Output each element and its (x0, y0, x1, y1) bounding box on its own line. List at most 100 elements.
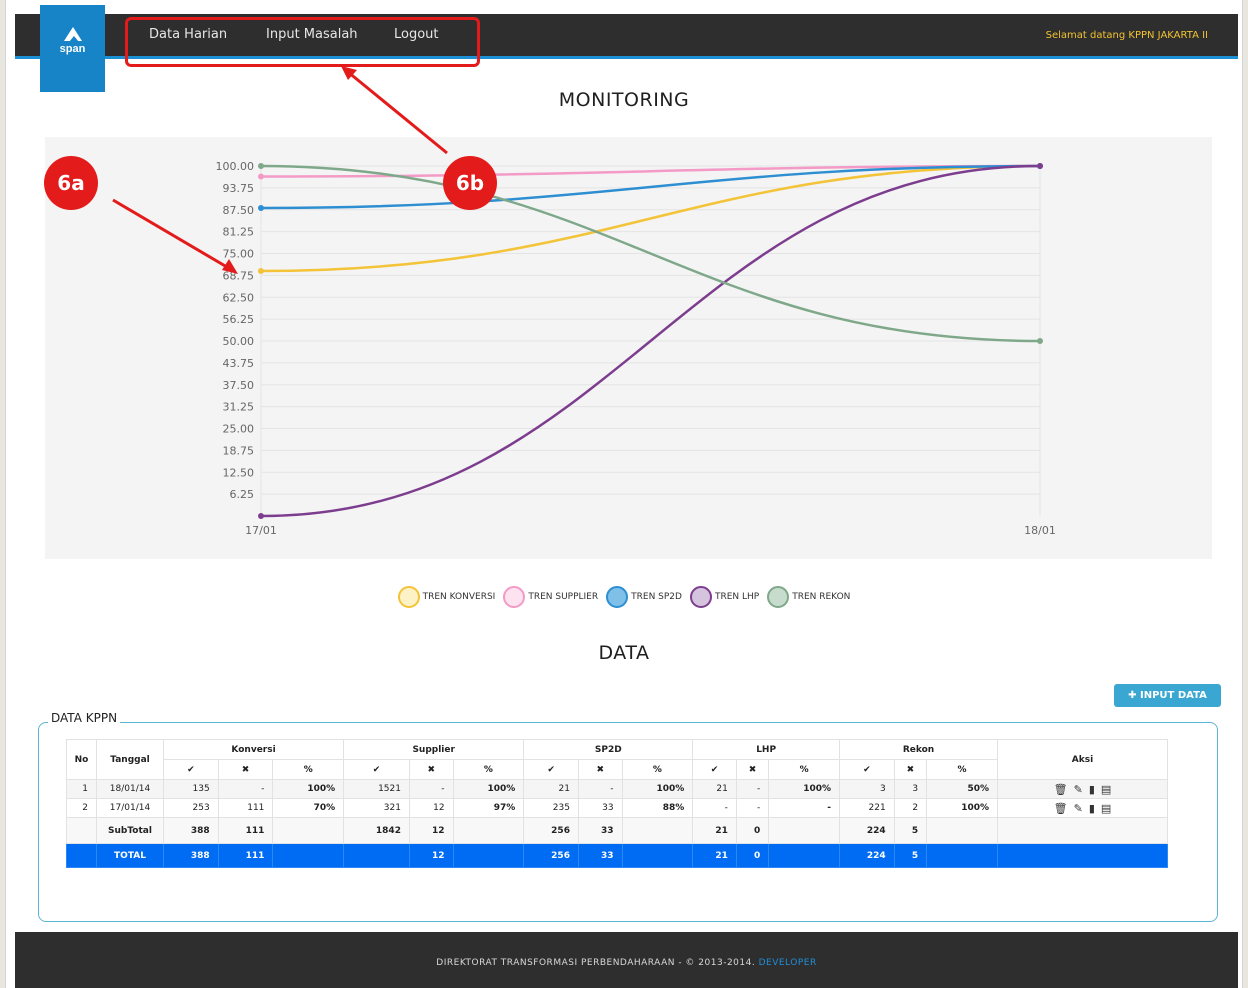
table-cell: 100% (926, 798, 998, 818)
table-cell (272, 817, 345, 844)
logo-text: span (59, 43, 86, 55)
table-cell: 21 (523, 779, 579, 799)
document-icon[interactable]: ▮ (1089, 783, 1095, 796)
col-lhp: LHP (692, 739, 840, 760)
table-cell: - (577, 779, 623, 799)
input-data-label: INPUT DATA (1139, 690, 1207, 701)
table-cell (452, 843, 525, 868)
footer: DIREKTORAT TRANSFORMASI PERBENDAHARAAN -… (15, 932, 1238, 988)
table-cell: 97% (452, 798, 525, 818)
table-cell (926, 843, 998, 868)
monitoring-title: MONITORING (558, 89, 690, 111)
chart-legend: TREN KONVERSI TREN SUPPLIER TREN SP2D TREN … (0, 586, 1248, 608)
table-cell: 224 (839, 817, 895, 844)
table-cell (768, 817, 840, 844)
cell-no (66, 817, 97, 844)
subtotal-label: SubTotal (96, 817, 164, 844)
table-cell: 12 (408, 843, 454, 868)
table-cell: - (768, 798, 840, 818)
table-cell: 388 (163, 817, 219, 844)
table-cell: 2 (893, 798, 928, 818)
col-sub-ok: ✔ (692, 759, 737, 780)
cell-no: 2 (66, 798, 97, 818)
col-sub-fail: ✖ (408, 759, 454, 780)
col-sub-fail: ✖ (893, 759, 928, 780)
cell-tanggal: 17/01/14 (96, 798, 164, 818)
legend-label: TREN SUPPLIER (528, 592, 599, 602)
table-cell: 256 (523, 843, 579, 868)
table-cell: 5 (893, 817, 928, 844)
table-row: 1 18/01/14 135-100% 1521-100% 21-100% 21-100%… (66, 779, 1168, 799)
table-cell: 253 (163, 798, 219, 818)
table-cell: 321 (343, 798, 410, 818)
cell-tanggal: 18/01/14 (96, 779, 164, 799)
edit-icon[interactable]: ✎ (1074, 802, 1083, 815)
legend-item: TREN SUPPLIER (503, 586, 598, 608)
table-cell: 100% (452, 779, 525, 799)
table-cell: 12 (408, 817, 454, 844)
trash-icon[interactable]: 🗑 (1054, 802, 1068, 815)
developer-link[interactable]: DEVELOPER (759, 958, 817, 968)
cell-aksi: 🗑 ✎ ▮ ▤ (997, 798, 1168, 818)
total-label: TOTAL (96, 843, 164, 868)
col-sub-pct: % (926, 759, 998, 780)
table-icon[interactable]: ▤ (1101, 802, 1111, 815)
col-sub-ok: ✔ (839, 759, 895, 780)
span-logo[interactable]: span (40, 5, 105, 92)
table-cell (343, 843, 410, 868)
table-cell: - (408, 779, 454, 799)
document-icon[interactable]: ▮ (1089, 802, 1095, 815)
table-cell: 1521 (343, 779, 410, 799)
col-sub-pct: % (272, 759, 345, 780)
col-sub-ok: ✔ (343, 759, 410, 780)
legend-swatch (689, 586, 712, 608)
col-aksi: Aksi (997, 739, 1168, 780)
table-cell: 235 (523, 798, 579, 818)
col-sub-pct: % (768, 759, 840, 780)
logo-icon-notch (69, 36, 79, 42)
footer-text: DIREKTORAT TRANSFORMASI PERBENDAHARAAN -… (436, 958, 756, 968)
legend-item: TREN SP2D (606, 586, 682, 608)
col-sub-fail: ✖ (217, 759, 274, 780)
table-cell (272, 843, 345, 868)
chart-panel (45, 137, 1212, 559)
table-cell: 5 (893, 843, 928, 868)
table-cell: 0 (735, 843, 770, 868)
col-sp2d: SP2D (523, 739, 694, 760)
table-cell (768, 843, 840, 868)
table-cell: 33 (577, 843, 623, 868)
legend-item: TREN REKON (767, 586, 850, 608)
col-tanggal: Tanggal (96, 739, 164, 780)
input-data-button[interactable]: ✚ INPUT DATA (1114, 684, 1221, 707)
table-cell: 388 (163, 843, 219, 868)
table-cell: 221 (839, 798, 895, 818)
cell-aksi: 🗑 ✎ ▮ ▤ (997, 779, 1168, 799)
table-row: 2 17/01/14 253 111 70% 321 12 97% 235 33 88% - - -221… (66, 798, 1168, 818)
table-cell: 33 (577, 798, 623, 818)
cell-no: 1 (66, 779, 97, 799)
subtotal-row: SubTotal 388 111 1842 12 256 33 21 0 224 5 (66, 817, 1168, 844)
legend-item: TREN LHP (689, 586, 760, 608)
cell-aksi (997, 817, 1168, 844)
table-cell (621, 817, 694, 844)
col-sub-fail: ✖ (577, 759, 623, 780)
edit-icon[interactable]: ✎ (1074, 783, 1083, 796)
table-cell: - (692, 798, 737, 818)
table-cell: 100% (272, 779, 345, 799)
table-cell: 100% (621, 779, 694, 799)
table-cell: 111 (217, 843, 274, 868)
legend-label: TREN LHP (714, 592, 760, 602)
col-sub-fail: ✖ (735, 759, 770, 780)
table-cell: - (735, 779, 770, 799)
col-supplier: Supplier (343, 739, 525, 760)
annotation-box-6b (125, 17, 480, 67)
table-cell: 33 (577, 817, 623, 844)
table-cell: 111 (217, 817, 274, 844)
trash-icon[interactable]: 🗑 (1054, 783, 1068, 796)
table-cell: 12 (408, 798, 454, 818)
welcome-text: Selamat datang KPPN JAKARTA II (1045, 30, 1208, 41)
table-cell (621, 843, 694, 868)
table-cell: 224 (839, 843, 895, 868)
table-icon[interactable]: ▤ (1101, 783, 1111, 796)
data-kppn-table: No Tanggal Konversi Supplier SP2D LHP Re… (66, 739, 1168, 868)
